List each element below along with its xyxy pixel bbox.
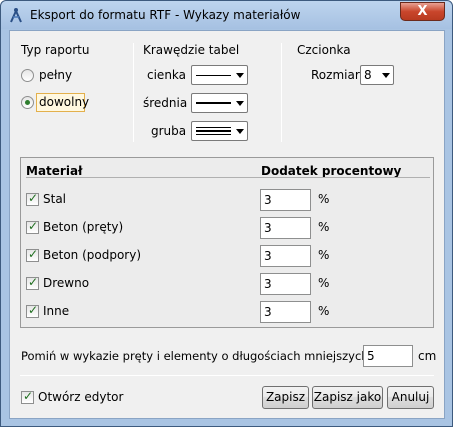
open-editor-label[interactable]: Otwórz edytor bbox=[38, 390, 123, 404]
save-as-button[interactable]: Zapisz jako bbox=[312, 386, 383, 409]
title-bar[interactable]: Eksport do formatu RTF - Wykazy materiał… bbox=[1, 1, 452, 29]
border-thin-label: cienka bbox=[147, 68, 187, 82]
font-heading: Czcionka bbox=[297, 43, 351, 57]
skip-label: Pomiń w wykazie pręty i elementy o długo… bbox=[21, 349, 389, 363]
col-material-header: Materiał bbox=[26, 164, 83, 178]
dialog-window: Eksport do formatu RTF - Wykazy materiał… bbox=[0, 0, 453, 427]
material-checkbox[interactable] bbox=[26, 275, 39, 290]
percent-unit: % bbox=[318, 304, 330, 318]
font-size-select[interactable]: 8 bbox=[360, 65, 394, 85]
radio-full[interactable] bbox=[21, 69, 34, 82]
material-checkbox[interactable] bbox=[26, 219, 39, 234]
material-checkbox[interactable] bbox=[26, 303, 39, 318]
report-type-heading: Typ raportu bbox=[21, 43, 90, 57]
border-thick-label: gruba bbox=[151, 124, 187, 138]
bottom-separator bbox=[20, 375, 434, 376]
line-sample-thin bbox=[196, 75, 231, 76]
chevron-down-icon bbox=[236, 129, 244, 134]
dialog-content: Typ raportu pełny dowolny Krawędzie tabe… bbox=[9, 30, 445, 419]
material-name[interactable]: Beton (podpory) bbox=[43, 248, 141, 262]
percent-input[interactable]: 3 bbox=[260, 273, 311, 295]
materials-table: Materiał Dodatek procentowy Stal 3 % Bet… bbox=[20, 157, 434, 328]
chevron-down-icon bbox=[236, 73, 244, 78]
percent-unit: % bbox=[318, 276, 330, 290]
percent-input[interactable]: 3 bbox=[260, 217, 311, 239]
close-icon: X bbox=[417, 4, 428, 19]
save-button[interactable]: Zapisz bbox=[262, 386, 309, 409]
close-button[interactable]: X bbox=[400, 2, 445, 21]
separator bbox=[281, 43, 282, 142]
compass-icon bbox=[10, 8, 22, 23]
border-thick-select[interactable] bbox=[191, 121, 248, 141]
radio-custom-label[interactable]: dowolny bbox=[39, 95, 89, 109]
radio-full-label[interactable]: pełny bbox=[39, 68, 72, 82]
open-editor-checkbox[interactable] bbox=[21, 389, 34, 404]
percent-unit: % bbox=[318, 220, 330, 234]
material-name[interactable]: Stal bbox=[43, 192, 66, 206]
borders-heading: Krawędzie tabel bbox=[143, 43, 240, 57]
percent-unit: % bbox=[318, 248, 330, 262]
font-size-value: 8 bbox=[364, 68, 372, 82]
header-divider bbox=[26, 177, 430, 178]
border-thin-select[interactable] bbox=[191, 65, 248, 85]
chevron-down-icon bbox=[382, 73, 390, 78]
cancel-button[interactable]: Anuluj bbox=[387, 386, 434, 409]
percent-unit: % bbox=[318, 192, 330, 206]
material-name[interactable]: Inne bbox=[43, 304, 69, 318]
separator bbox=[133, 43, 134, 142]
percent-input[interactable]: 3 bbox=[260, 301, 311, 323]
line-sample-medium bbox=[196, 102, 231, 104]
material-checkbox[interactable] bbox=[26, 191, 39, 206]
min-length-unit: cm bbox=[418, 349, 437, 363]
material-checkbox[interactable] bbox=[26, 247, 39, 262]
percent-input[interactable]: 3 bbox=[260, 189, 311, 211]
material-name[interactable]: Beton (pręty) bbox=[43, 220, 123, 234]
font-size-label: Rozmiar bbox=[311, 68, 360, 82]
percent-input[interactable]: 3 bbox=[260, 245, 311, 267]
radio-custom[interactable] bbox=[21, 96, 34, 109]
border-medium-label: średnia bbox=[143, 96, 188, 110]
min-length-input[interactable]: 5 bbox=[363, 345, 413, 367]
line-sample-thick-2 bbox=[196, 130, 231, 132]
col-percent-header: Dodatek procentowy bbox=[261, 164, 402, 178]
material-name[interactable]: Drewno bbox=[43, 276, 89, 290]
window-title: Eksport do formatu RTF - Wykazy materiał… bbox=[30, 8, 301, 22]
chevron-down-icon bbox=[236, 101, 244, 106]
border-medium-select[interactable] bbox=[191, 93, 248, 113]
line-sample-thick-3 bbox=[196, 134, 231, 135]
line-sample-thick-1 bbox=[196, 127, 231, 128]
